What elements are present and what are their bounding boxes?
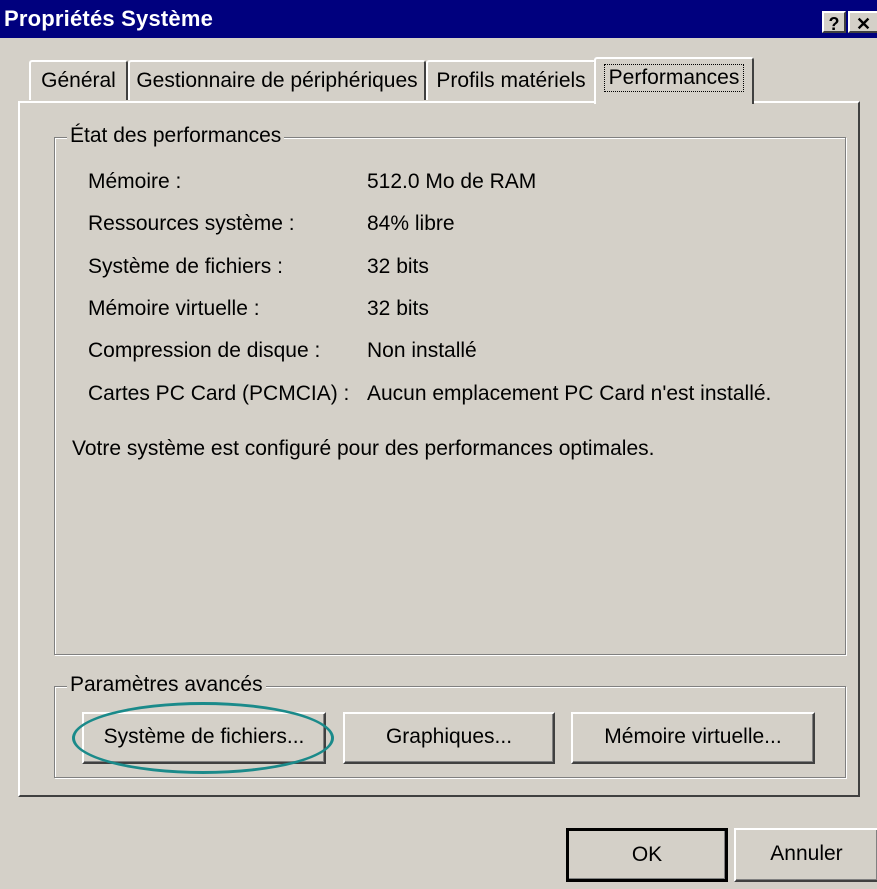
tab-label: Général (41, 69, 116, 92)
help-button[interactable]: ? (822, 11, 846, 34)
memory-label: Mémoire : (88, 170, 182, 193)
memory-value: 512.0 Mo de RAM (367, 170, 537, 193)
pc-card-value: Aucun emplacement PC Card n'est installé… (367, 382, 772, 405)
disk-compression-label: Compression de disque : (88, 339, 321, 362)
cancel-button[interactable]: Annuler (734, 828, 877, 882)
file-system-value: 32 bits (367, 255, 429, 278)
close-button[interactable]: ✕ (848, 11, 877, 34)
title-bar[interactable]: Propriétés Système ? ✕ (0, 0, 877, 38)
button-label: Graphiques... (385, 725, 513, 748)
window-title: Propriétés Système (4, 6, 214, 31)
tab-hardware-profiles[interactable]: Profils matériels (426, 60, 596, 100)
disk-compression-value: Non installé (367, 339, 477, 362)
button-label: Mémoire virtuelle... (604, 725, 782, 748)
graphics-button[interactable]: Graphiques... (343, 712, 555, 764)
button-label: OK (631, 843, 663, 866)
virtual-memory-label: Mémoire virtuelle : (88, 297, 260, 320)
group-label: État des performances (67, 124, 285, 148)
pc-card-label: Cartes PC Card (PCMCIA) : (88, 382, 350, 405)
file-system-button[interactable]: Système de fichiers... (82, 712, 326, 764)
button-label: Système de fichiers... (103, 725, 305, 748)
button-label: Annuler (770, 842, 843, 865)
tab-label: Profils matériels (436, 69, 586, 92)
system-resources-label: Ressources système : (88, 212, 295, 235)
ok-button[interactable]: OK (566, 828, 728, 882)
tab-label: Gestionnaire de périphériques (136, 69, 418, 92)
virtual-memory-value: 32 bits (367, 297, 429, 320)
tab-label: Performances (603, 64, 745, 92)
tab-device-manager[interactable]: Gestionnaire de périphériques (128, 60, 426, 100)
system-resources-value: 84% libre (367, 212, 455, 235)
group-label: Paramètres avancés (67, 673, 266, 697)
tab-general[interactable]: Général (29, 60, 128, 100)
status-message: Votre système est configuré pour des per… (72, 437, 655, 460)
tab-performances[interactable]: Performances (594, 57, 754, 104)
file-system-label: Système de fichiers : (88, 255, 283, 278)
virtual-memory-button[interactable]: Mémoire virtuelle... (571, 712, 815, 764)
